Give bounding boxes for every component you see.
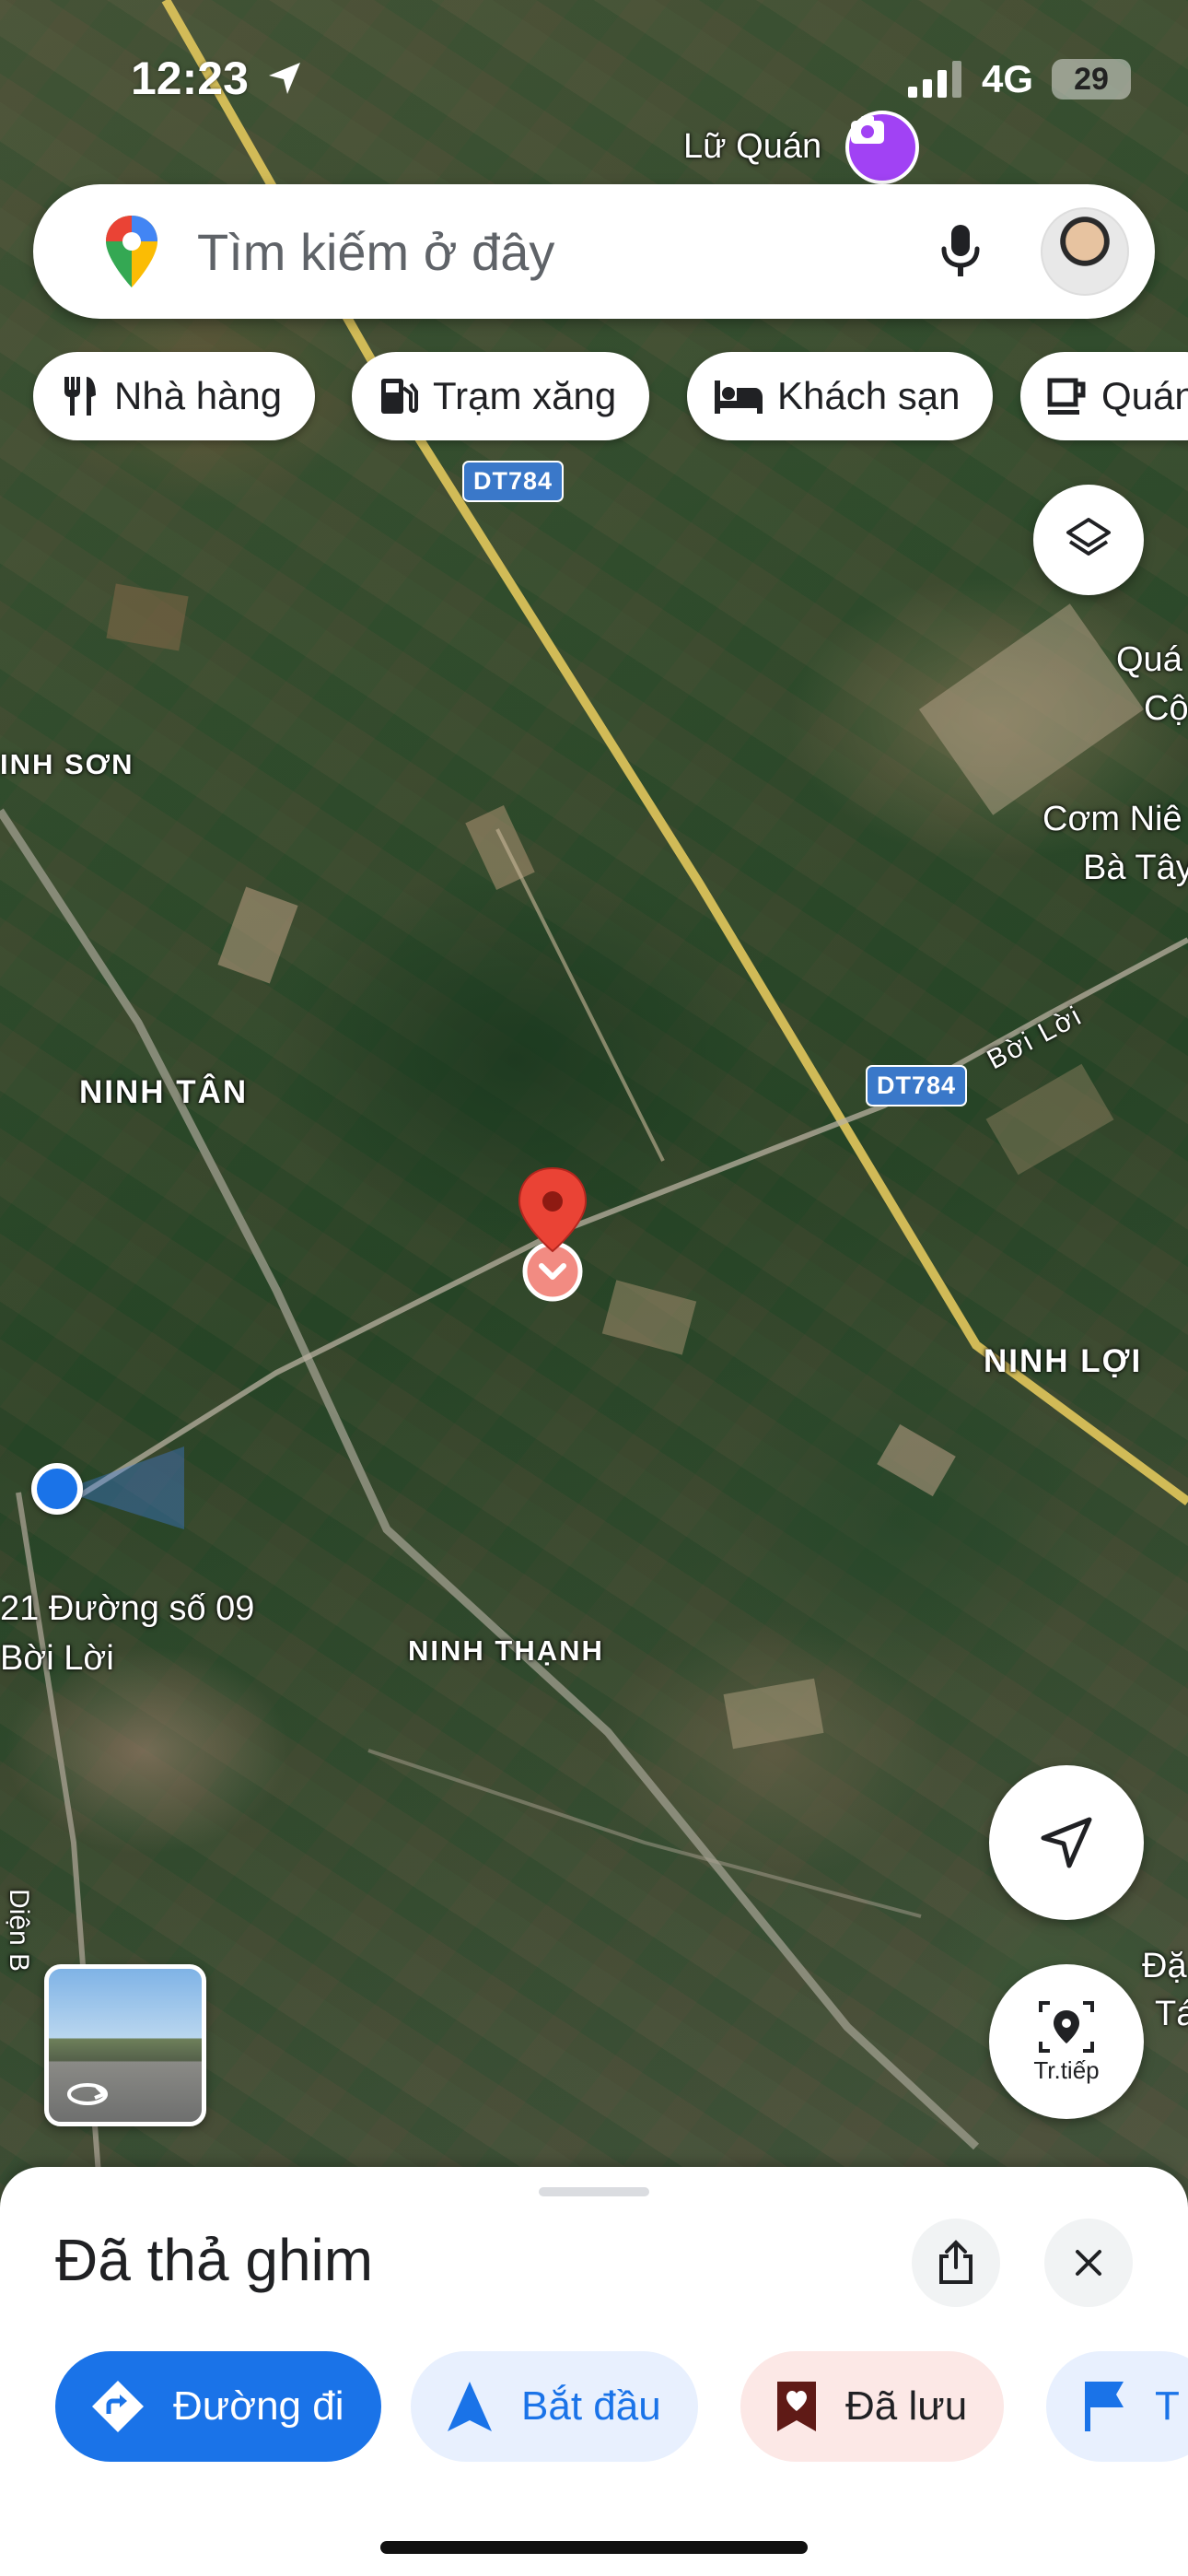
start-button[interactable]: Bắt đầu — [411, 2351, 698, 2462]
fork-knife-icon — [64, 377, 96, 416]
poi-label-com-nieu-line1[interactable]: Cơm Niê — [1042, 795, 1182, 843]
road-label-dien: Diện B — [4, 1889, 34, 1973]
area-label-ninh-loi: NINH LỢI — [984, 1343, 1143, 1379]
location-arrow-icon — [268, 63, 300, 94]
address-label-line2: Bời Lời — [0, 1639, 114, 1678]
time-text: 12:23 — [131, 53, 249, 104]
poi-label-quan-line2[interactable]: Cộ — [1144, 685, 1188, 732]
close-button[interactable] — [1044, 2219, 1133, 2307]
network-type: 4G — [981, 57, 1033, 100]
chip-label: Trạm xăng — [433, 374, 617, 417]
layers-icon — [1066, 518, 1111, 556]
search-bar[interactable]: Tìm kiếm ở đây — [33, 184, 1155, 319]
status-time: 12:23 — [131, 52, 304, 105]
start-label: Bắt đầu — [521, 2383, 661, 2429]
saved-bookmark-icon — [777, 2382, 816, 2431]
label-button[interactable]: T — [1046, 2351, 1188, 2462]
coffee-cup-icon — [1047, 378, 1086, 415]
bed-icon — [715, 381, 763, 414]
sheet-title: Đã thả ghim — [55, 2227, 374, 2293]
status-indicators: 4G 29 — [906, 57, 1131, 101]
address-label-line1: 21 Đường số 09 — [0, 1589, 255, 1628]
gas-pump-icon — [381, 379, 418, 414]
live-view-label: Tr.tiếp — [1033, 2055, 1100, 2084]
poi-label-com-nieu-line2[interactable]: Bà Tây — [1083, 844, 1188, 892]
street-view-thumbnail[interactable] — [44, 1964, 206, 2126]
dropped-pin[interactable] — [516, 1166, 589, 1305]
label-button-text: T — [1155, 2383, 1180, 2429]
directions-icon — [92, 2381, 144, 2432]
current-location-dot[interactable] — [31, 1463, 83, 1515]
home-indicator[interactable] — [380, 2541, 808, 2554]
poi-label-dat-line2[interactable]: Tá — [1155, 1990, 1188, 2038]
navigation-start-icon — [448, 2382, 492, 2431]
battery-indicator: 29 — [1052, 59, 1131, 100]
google-maps-logo-icon — [106, 216, 157, 287]
directions-button[interactable]: Đường đi — [55, 2351, 381, 2462]
road-shield-dt784: DT784 — [462, 461, 565, 502]
chip-label: Khách sạn — [777, 374, 961, 417]
saved-button[interactable]: Đã lưu — [740, 2351, 1005, 2462]
chip-restaurants[interactable]: Nhà hàng — [33, 352, 316, 440]
poi-label-quan-line1[interactable]: Quá — [1116, 636, 1182, 684]
live-view-icon — [1039, 2000, 1094, 2053]
poi-label-dat-line1[interactable]: Đặ — [1142, 1942, 1187, 1990]
sheet-drag-handle[interactable] — [539, 2187, 649, 2196]
share-icon — [939, 2240, 973, 2284]
microphone-icon[interactable] — [939, 223, 982, 280]
chip-coffee[interactable]: Quán — [1020, 352, 1188, 440]
area-label-inh-son: INH SƠN — [0, 748, 134, 780]
area-label-ninh-tan: NINH TÂN — [79, 1074, 249, 1110]
chip-gas-stations[interactable]: Trạm xăng — [352, 352, 650, 440]
area-label-ninh-thanh: NINH THẠNH — [408, 1634, 604, 1667]
live-view-button[interactable]: Tr.tiếp — [989, 1964, 1144, 2119]
flag-icon — [1085, 2382, 1124, 2431]
directions-label: Đường đi — [173, 2383, 344, 2429]
layers-button[interactable] — [1033, 485, 1144, 595]
chip-hotels[interactable]: Khách sạn — [687, 352, 994, 440]
signal-bars-icon — [907, 61, 961, 98]
close-icon — [1076, 2250, 1101, 2276]
chip-label: Quán — [1101, 374, 1188, 417]
camera-icon — [851, 116, 884, 144]
search-input[interactable]: Tìm kiếm ở đây — [197, 222, 939, 282]
profile-avatar[interactable] — [1041, 207, 1129, 296]
road-shield-dt784: DT784 — [866, 1065, 968, 1107]
navigation-arrow-icon — [1041, 1817, 1092, 1868]
chip-label: Nhà hàng — [114, 374, 283, 417]
poi-camera-marker[interactable] — [845, 111, 919, 184]
poi-label-lu-quan[interactable]: Lữ Quán — [683, 123, 821, 170]
red-pin-icon — [518, 1166, 588, 1302]
saved-label: Đã lưu — [845, 2383, 968, 2429]
rotate-360-icon — [67, 2083, 108, 2105]
place-bottom-sheet[interactable]: Đã thả ghim Đường đi Bắt đầu Đã lưu T — [0, 2167, 1188, 2576]
my-location-button[interactable] — [989, 1765, 1144, 1920]
share-button[interactable] — [912, 2219, 1000, 2307]
